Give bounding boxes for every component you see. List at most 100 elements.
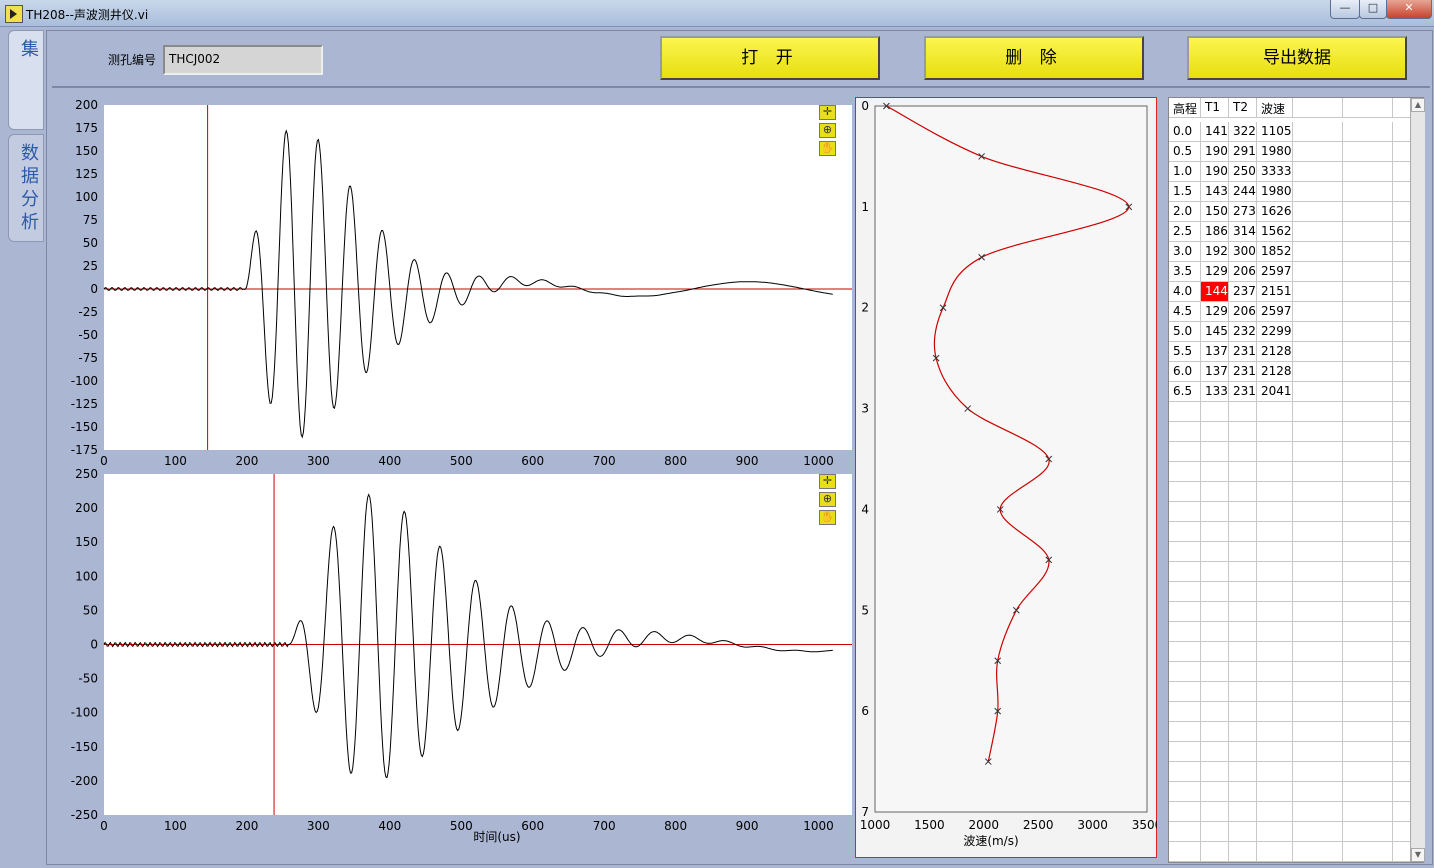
waveform-graph-1[interactable]: 200 175 150 125 100 75 50 25 0 -25 -50 -75 -100 -125 -… bbox=[52, 97, 852, 475]
table-cell[interactable] bbox=[1257, 602, 1293, 622]
table-cell[interactable]: 1.0 bbox=[1169, 162, 1201, 182]
table-cell[interactable] bbox=[1169, 422, 1201, 442]
table-cell[interactable] bbox=[1343, 382, 1393, 402]
table-cell[interactable] bbox=[1343, 222, 1393, 242]
table-cell[interactable] bbox=[1293, 802, 1343, 822]
table-cell[interactable] bbox=[1343, 802, 1393, 822]
table-cell[interactable] bbox=[1257, 422, 1293, 442]
table-cell[interactable] bbox=[1343, 122, 1393, 142]
table-cell[interactable] bbox=[1169, 762, 1201, 782]
table-header-cell[interactable]: T2 bbox=[1229, 98, 1257, 118]
table-cell[interactable] bbox=[1169, 562, 1201, 582]
tab-data-analysis[interactable]: 数据分析 bbox=[8, 134, 44, 242]
table-cell[interactable] bbox=[1169, 462, 1201, 482]
table-cell[interactable] bbox=[1293, 622, 1343, 642]
table-cell[interactable]: 186 bbox=[1201, 222, 1229, 242]
table-cell[interactable] bbox=[1257, 442, 1293, 462]
table-cell[interactable] bbox=[1229, 762, 1257, 782]
table-cell[interactable] bbox=[1169, 442, 1201, 462]
table-cell[interactable] bbox=[1343, 262, 1393, 282]
table-cell[interactable] bbox=[1201, 802, 1229, 822]
table-cell[interactable] bbox=[1257, 462, 1293, 482]
table-cell[interactable] bbox=[1201, 762, 1229, 782]
table-cell[interactable] bbox=[1343, 322, 1393, 342]
table-cell[interactable]: 2.5 bbox=[1169, 222, 1201, 242]
table-cell[interactable] bbox=[1229, 402, 1257, 422]
table-cell[interactable]: 250 bbox=[1229, 162, 1257, 182]
table-cell[interactable]: 1626 bbox=[1257, 202, 1293, 222]
velocity-profile-chart[interactable]: 0 1 2 3 4 5 6 71000 1500 2000 2500 3000 3500 波速(m/s) bbox=[855, 97, 1157, 858]
table-header-cell[interactable] bbox=[1293, 98, 1343, 118]
table-cell[interactable] bbox=[1169, 602, 1201, 622]
table-cell[interactable] bbox=[1293, 362, 1343, 382]
table-cell[interactable] bbox=[1343, 422, 1393, 442]
table-cell[interactable] bbox=[1343, 602, 1393, 622]
zoom-tool-icon[interactable]: ⊕ bbox=[819, 123, 836, 138]
table-cell[interactable] bbox=[1169, 582, 1201, 602]
table-cell[interactable] bbox=[1293, 262, 1343, 282]
table-cell[interactable]: 232 bbox=[1229, 322, 1257, 342]
table-cell[interactable] bbox=[1293, 782, 1343, 802]
table-cell[interactable] bbox=[1293, 182, 1343, 202]
table-cell[interactable]: 2041 bbox=[1257, 382, 1293, 402]
table-cell[interactable]: 145 bbox=[1201, 322, 1229, 342]
table-cell[interactable] bbox=[1229, 422, 1257, 442]
table-cell[interactable] bbox=[1293, 282, 1343, 302]
table-cell[interactable] bbox=[1343, 662, 1393, 682]
open-button[interactable]: 打 开 bbox=[660, 36, 880, 80]
table-cell[interactable] bbox=[1343, 242, 1393, 262]
table-cell[interactable] bbox=[1201, 742, 1229, 762]
table-cell[interactable] bbox=[1257, 642, 1293, 662]
table-cell[interactable] bbox=[1293, 582, 1343, 602]
cursor-tool-icon[interactable]: ✛ bbox=[819, 474, 836, 489]
table-cell[interactable]: 3.0 bbox=[1169, 242, 1201, 262]
table-cell[interactable] bbox=[1257, 802, 1293, 822]
minimize-button[interactable]: — bbox=[1330, 0, 1360, 19]
table-cell[interactable] bbox=[1343, 282, 1393, 302]
table-cell[interactable] bbox=[1257, 782, 1293, 802]
table-cell[interactable]: 231 bbox=[1229, 342, 1257, 362]
table-cell[interactable] bbox=[1293, 422, 1343, 442]
table-cell[interactable] bbox=[1293, 482, 1343, 502]
table-cell[interactable]: 273 bbox=[1229, 202, 1257, 222]
table-cell[interactable] bbox=[1257, 402, 1293, 422]
table-cell[interactable] bbox=[1293, 462, 1343, 482]
table-cell[interactable]: 1980 bbox=[1257, 182, 1293, 202]
table-cell[interactable]: 6.0 bbox=[1169, 362, 1201, 382]
table-cell[interactable] bbox=[1343, 822, 1393, 842]
pan-hand-icon[interactable]: ✋ bbox=[819, 141, 836, 156]
close-button[interactable]: ✕ bbox=[1386, 0, 1432, 19]
table-cell[interactable] bbox=[1201, 522, 1229, 542]
table-cell[interactable] bbox=[1201, 642, 1229, 662]
table-cell[interactable]: 0.0 bbox=[1169, 122, 1201, 142]
table-cell[interactable] bbox=[1293, 142, 1343, 162]
table-cell[interactable] bbox=[1293, 302, 1343, 322]
table-cell[interactable] bbox=[1229, 622, 1257, 642]
table-cell[interactable] bbox=[1229, 602, 1257, 622]
table-cell[interactable] bbox=[1293, 502, 1343, 522]
table-cell[interactable] bbox=[1343, 482, 1393, 502]
table-cell[interactable] bbox=[1169, 542, 1201, 562]
table-cell[interactable] bbox=[1343, 702, 1393, 722]
table-cell[interactable] bbox=[1293, 642, 1343, 662]
table-cell[interactable] bbox=[1257, 842, 1293, 862]
table-cell[interactable] bbox=[1169, 682, 1201, 702]
table-cell[interactable]: 322 bbox=[1229, 122, 1257, 142]
table-cell[interactable] bbox=[1201, 482, 1229, 502]
table-cell[interactable] bbox=[1229, 562, 1257, 582]
table-cell[interactable] bbox=[1293, 682, 1343, 702]
table-cell[interactable] bbox=[1257, 682, 1293, 702]
table-cell[interactable] bbox=[1201, 422, 1229, 442]
table-cell[interactable] bbox=[1343, 342, 1393, 362]
table-cell[interactable] bbox=[1229, 682, 1257, 702]
table-cell[interactable] bbox=[1343, 742, 1393, 762]
table-cell[interactable]: 0.5 bbox=[1169, 142, 1201, 162]
table-cell[interactable] bbox=[1257, 562, 1293, 582]
maximize-button[interactable]: □ bbox=[1359, 0, 1387, 19]
table-cell[interactable]: 314 bbox=[1229, 222, 1257, 242]
hole-id-field[interactable]: THCJ002 bbox=[163, 45, 323, 75]
table-cell[interactable] bbox=[1293, 702, 1343, 722]
table-cell[interactable] bbox=[1293, 162, 1343, 182]
table-cell[interactable]: 2597 bbox=[1257, 302, 1293, 322]
table-cell[interactable]: 150 bbox=[1201, 202, 1229, 222]
